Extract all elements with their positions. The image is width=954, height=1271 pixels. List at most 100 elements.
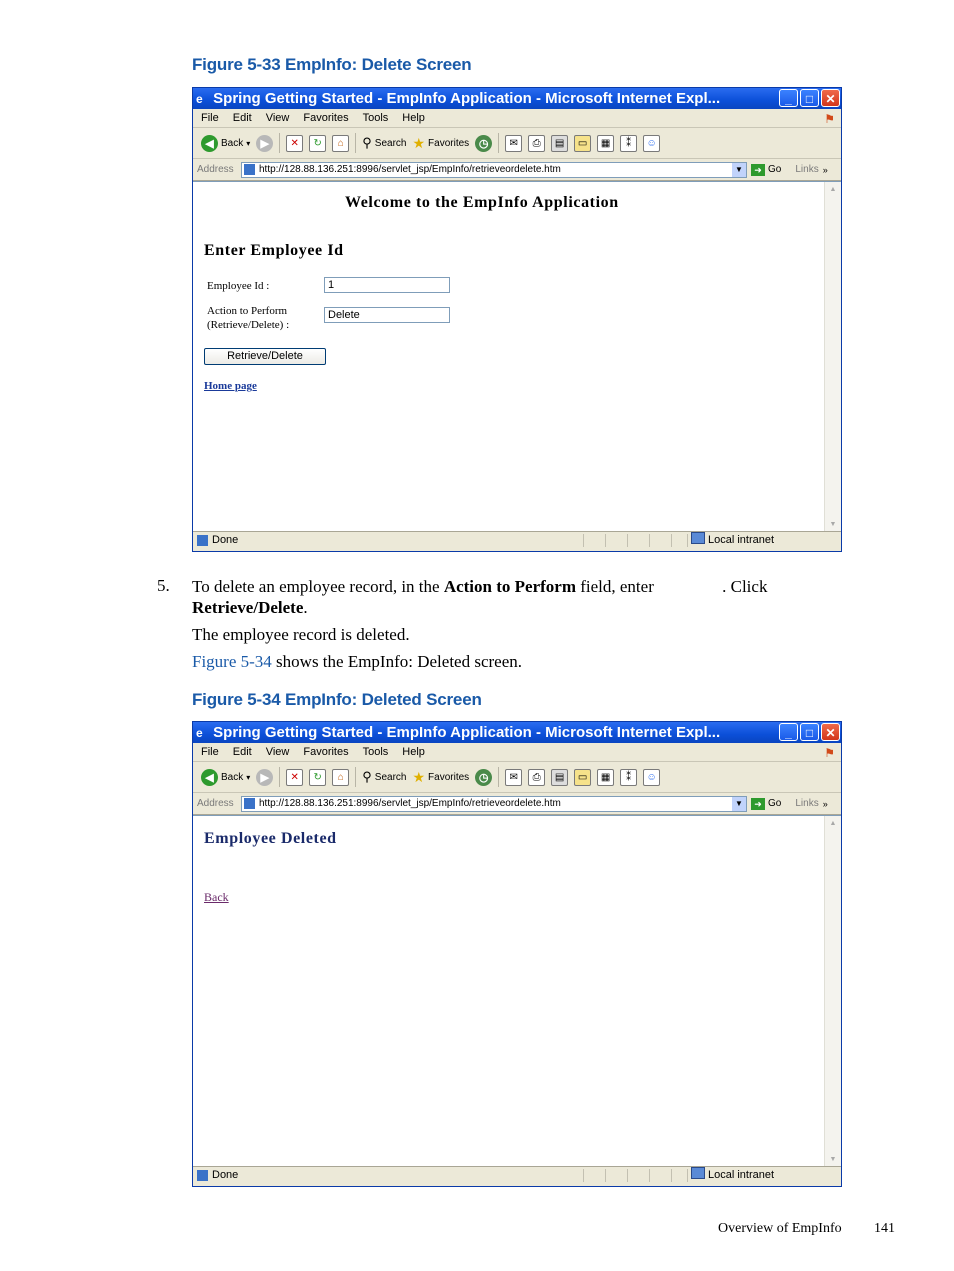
menu-bar: File Edit View Favorites Tools Help ⚑ [193, 743, 841, 762]
chevron-right-icon[interactable]: » [823, 799, 828, 809]
status-page-icon [197, 1170, 208, 1181]
page-content: Welcome to the EmpInfo Application Enter… [193, 181, 841, 531]
menu-help[interactable]: Help [402, 109, 425, 127]
address-input[interactable]: http://128.88.136.251:8996/servlet_jsp/E… [241, 795, 747, 812]
go-label: Go [768, 798, 782, 809]
mail-icon[interactable]: ✉ [505, 134, 523, 152]
employee-deleted-heading: Employee Deleted [204, 830, 337, 847]
refresh-icon[interactable]: ↻ [309, 768, 327, 786]
address-dropdown-icon[interactable]: ▼ [732, 796, 746, 811]
page-icon [244, 164, 255, 175]
binary-icon[interactable]: ⁑ [620, 768, 638, 786]
menu-view[interactable]: View [266, 109, 290, 127]
menu-favorites[interactable]: Favorites [303, 109, 348, 127]
retrieve-delete-button[interactable]: Retrieve/Delete [204, 348, 326, 365]
mail-icon[interactable]: ✉ [505, 768, 523, 786]
menu-help[interactable]: Help [402, 743, 425, 761]
stop-icon[interactable]: ✕ [286, 768, 304, 786]
discuss-icon[interactable]: ▭ [574, 768, 592, 786]
history-icon[interactable]: ◷ [475, 768, 493, 786]
welcome-heading: Welcome to the EmpInfo Application [345, 194, 619, 211]
favorites-button[interactable]: ★ Favorites [412, 769, 469, 786]
address-url: http://128.88.136.251:8996/servlet_jsp/E… [259, 164, 561, 175]
figure-5-33-caption: Figure 5-33 EmpInfo: Delete Screen [192, 55, 472, 74]
address-dropdown-icon[interactable]: ▼ [732, 162, 746, 177]
refresh-icon[interactable]: ↻ [309, 134, 327, 152]
address-label: Address [197, 798, 234, 809]
menu-tools[interactable]: Tools [363, 743, 389, 761]
scroll-up-icon[interactable]: ▲ [825, 182, 841, 196]
address-label: Address [197, 164, 234, 175]
windows-logo-icon: ⚑ [824, 746, 835, 760]
star-icon: ★ [412, 768, 426, 785]
toolbar: ◀ Back ▾ ▶ ✕ ↻ ⌂ ⚲ Search ★ Favorites ◷ … [193, 762, 841, 793]
go-button[interactable]: ➜ Go [751, 163, 782, 176]
stop-icon[interactable]: ✕ [286, 134, 304, 152]
home-page-link[interactable]: Home page [204, 380, 257, 392]
back-button[interactable]: ◀ Back ▾ [201, 768, 250, 786]
maximize-button[interactable]: □ [800, 89, 819, 107]
go-label: Go [768, 164, 782, 175]
menu-file[interactable]: File [201, 743, 219, 761]
maximize-button[interactable]: □ [800, 723, 819, 741]
step-text-c: . Click [722, 577, 768, 596]
address-bar: Address http://128.88.136.251:8996/servl… [193, 159, 841, 181]
menu-edit[interactable]: Edit [233, 109, 252, 127]
menu-view[interactable]: View [266, 743, 290, 761]
star-icon: ★ [412, 134, 426, 151]
go-button[interactable]: ➜ Go [751, 797, 782, 810]
address-input[interactable]: http://128.88.136.251:8996/servlet_jsp/E… [241, 161, 747, 178]
status-text: Done [212, 534, 239, 546]
research-icon[interactable]: ▦ [597, 134, 615, 152]
home-icon[interactable]: ⌂ [332, 134, 350, 152]
menu-edit[interactable]: Edit [233, 743, 252, 761]
action-input[interactable] [324, 307, 450, 323]
security-zone: Local intranet [691, 1167, 774, 1184]
links-button[interactable]: Links [795, 164, 818, 175]
scroll-up-icon[interactable]: ▲ [825, 816, 841, 830]
menu-favorites[interactable]: Favorites [303, 743, 348, 761]
favorites-label: Favorites [428, 771, 470, 783]
research-icon[interactable]: ▦ [597, 768, 615, 786]
print-icon[interactable]: ⎙ [528, 768, 546, 786]
close-button[interactable]: ✕ [821, 723, 840, 741]
result-text: The employee record is deleted. [192, 625, 410, 644]
edit-icon[interactable]: ▤ [551, 768, 569, 786]
close-button[interactable]: ✕ [821, 89, 840, 107]
messenger-icon[interactable]: ☺ [643, 768, 661, 786]
favorites-label: Favorites [428, 137, 470, 149]
links-button[interactable]: Links [795, 798, 818, 809]
browser-window-deleted-screen: e Spring Getting Started - EmpInfo Appli… [192, 721, 842, 1187]
employee-id-input[interactable] [324, 277, 450, 293]
search-button[interactable]: ⚲ Search [362, 135, 406, 151]
edit-icon[interactable]: ▤ [551, 134, 569, 152]
figure-reference-rest: shows the EmpInfo: Deleted screen. [271, 652, 522, 671]
search-button[interactable]: ⚲ Search [362, 769, 406, 785]
address-url: http://128.88.136.251:8996/servlet_jsp/E… [259, 798, 561, 809]
vertical-scrollbar[interactable]: ▲ ▼ [824, 182, 841, 531]
menu-tools[interactable]: Tools [363, 109, 389, 127]
minimize-button[interactable]: _ [779, 89, 798, 107]
scroll-down-icon[interactable]: ▼ [825, 517, 841, 531]
figure-5-34-link[interactable]: Figure 5-34 [192, 652, 272, 671]
forward-arrow-icon[interactable]: ▶ [256, 768, 274, 786]
history-icon[interactable]: ◷ [475, 134, 493, 152]
chevron-right-icon[interactable]: » [823, 165, 828, 175]
scroll-down-icon[interactable]: ▼ [825, 1152, 841, 1166]
back-link[interactable]: Back [204, 890, 229, 905]
menu-bar: File Edit View Favorites Tools Help ⚑ [193, 109, 841, 128]
discuss-icon[interactable]: ▭ [574, 134, 592, 152]
browser-window-delete-screen: e Spring Getting Started - EmpInfo Appli… [192, 87, 842, 552]
status-bar: Done Local intranet [193, 531, 841, 549]
status-page-icon [197, 535, 208, 546]
favorites-button[interactable]: ★ Favorites [412, 135, 469, 152]
back-button[interactable]: ◀ Back ▾ [201, 134, 250, 152]
minimize-button[interactable]: _ [779, 723, 798, 741]
print-icon[interactable]: ⎙ [528, 134, 546, 152]
menu-file[interactable]: File [201, 109, 219, 127]
home-icon[interactable]: ⌂ [332, 768, 350, 786]
messenger-icon[interactable]: ☺ [643, 134, 661, 152]
forward-arrow-icon[interactable]: ▶ [256, 134, 274, 152]
binary-icon[interactable]: ⁑ [620, 134, 638, 152]
vertical-scrollbar[interactable]: ▲ ▼ [824, 816, 841, 1166]
